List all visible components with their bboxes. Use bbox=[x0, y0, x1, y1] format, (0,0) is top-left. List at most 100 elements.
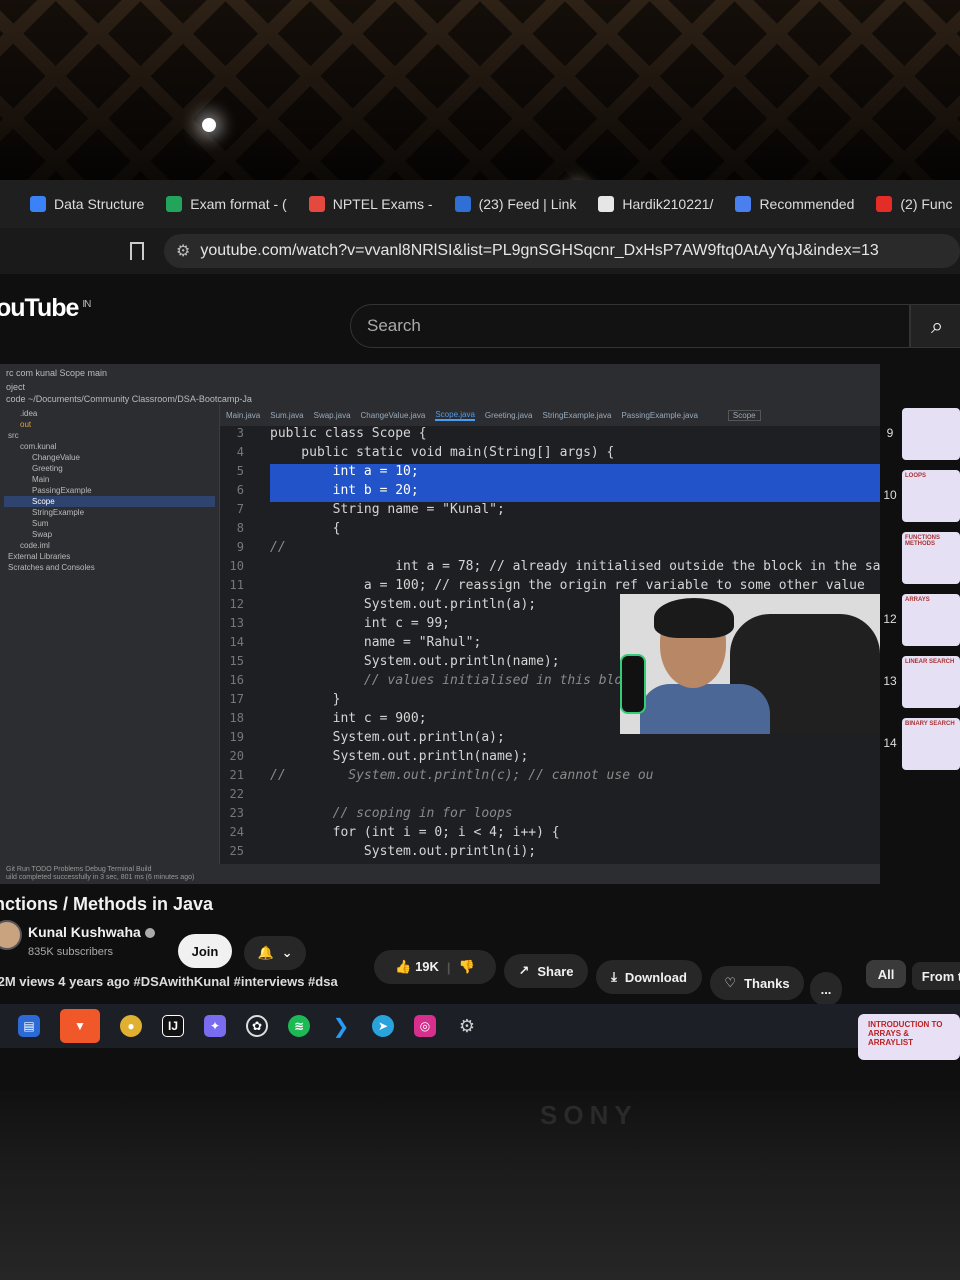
dislike-icon[interactable]: 👎 bbox=[459, 959, 475, 975]
laptop-bezel bbox=[0, 1090, 960, 1280]
browser-tab[interactable]: (23) Feed | Link bbox=[454, 196, 576, 212]
youtube-header: ouTube IN Search ⌕ bbox=[0, 274, 960, 364]
download-button[interactable]: ⤓ Download bbox=[596, 960, 702, 994]
thanks-icon: ♡ bbox=[724, 975, 737, 990]
line-number: 22 bbox=[229, 787, 244, 801]
playlist-item[interactable]: 10 LOOPS bbox=[880, 466, 960, 526]
browser-tab[interactable]: NPTEL Exams - bbox=[308, 196, 433, 212]
editor-tab[interactable]: ChangeValue.java bbox=[361, 411, 426, 420]
tree-node[interactable]: StringExample bbox=[4, 507, 215, 518]
browser-tab[interactable]: Hardik210221/ bbox=[598, 196, 713, 212]
ceiling-light bbox=[202, 118, 216, 132]
run-config-select[interactable]: Scope bbox=[727, 409, 761, 421]
tree-node[interactable]: Greeting bbox=[4, 463, 215, 474]
playlist-item-number: 14 bbox=[883, 736, 897, 750]
code-line: for (int i = 0; i < 4; i++) { bbox=[270, 825, 560, 840]
thanks-button[interactable]: ♡ Thanks bbox=[710, 966, 804, 1000]
playlist-item[interactable]: 12 ARRAYS bbox=[880, 590, 960, 650]
editor-tab[interactable]: PassingExample.java bbox=[621, 411, 697, 420]
editor-tab[interactable]: Scope.java bbox=[435, 410, 475, 421]
intellij-icon[interactable]: IJ bbox=[162, 1015, 184, 1037]
search-icon[interactable]: ⌕ bbox=[910, 304, 960, 348]
editor-tab[interactable]: Main.java bbox=[226, 411, 260, 420]
bell-icon: 🔔 bbox=[257, 945, 274, 960]
telegram-icon[interactable]: ➤ bbox=[372, 1015, 394, 1037]
spotify-icon[interactable]: ≋ bbox=[288, 1015, 310, 1037]
code-line: // bbox=[270, 540, 286, 555]
line-number: 25 bbox=[229, 844, 244, 858]
build-message: uild completed successfully in 3 sec, 80… bbox=[6, 874, 195, 881]
browser-tab[interactable]: Exam format - ( bbox=[166, 196, 287, 212]
line-number: 14 bbox=[229, 635, 244, 649]
url-text: youtube.com/watch?v=vvanl8NRlSI&list=PL9… bbox=[200, 242, 879, 259]
join-button[interactable]: Join bbox=[178, 934, 232, 968]
subscriber-count: 835K subscribers bbox=[28, 946, 113, 958]
tree-node[interactable]: Swap bbox=[4, 529, 215, 540]
ide-breadcrumb: rc com kunal Scope main bbox=[6, 368, 108, 378]
playlist-item-thumbnail: ARRAYS bbox=[902, 594, 960, 646]
sheets-icon bbox=[166, 196, 183, 212]
os-taskbar: ▤ ▼ ● IJ ✦ ✿ ≋ ❯ ➤ ◎ ⚙ bbox=[0, 1004, 960, 1048]
instagram-icon[interactable]: ◎ bbox=[414, 1015, 436, 1037]
youtube-logo[interactable]: ouTube IN bbox=[0, 294, 91, 323]
editor-tab[interactable]: StringExample.java bbox=[543, 411, 612, 420]
chrome-icon[interactable]: ● bbox=[120, 1015, 142, 1037]
notification-bell-button[interactable]: 🔔 ⌄ bbox=[244, 936, 306, 970]
playlist-item[interactable]: 13 LINEAR SEARCH bbox=[880, 652, 960, 712]
code-line: int a = 10; bbox=[270, 464, 880, 483]
download-icon: ⤓ bbox=[611, 969, 617, 984]
line-number: 7 bbox=[236, 502, 244, 516]
search-placeholder: Search bbox=[367, 316, 421, 335]
playlist-item[interactable]: FUNCTIONS METHODS bbox=[880, 528, 960, 588]
tree-node[interactable]: Sum bbox=[4, 518, 215, 529]
editor-tab[interactable]: Sum.java bbox=[270, 411, 303, 420]
editor-tab[interactable]: Greeting.java bbox=[485, 411, 533, 420]
line-number: 8 bbox=[236, 521, 244, 535]
address-bar: ⚙ youtube.com/watch?v=vvanl8NRlSI&list=P… bbox=[0, 228, 960, 274]
tree-node[interactable]: Scratches and Consoles bbox=[4, 562, 215, 573]
chatgpt-icon[interactable]: ✿ bbox=[246, 1015, 268, 1037]
bookmark-icon[interactable] bbox=[130, 242, 144, 260]
copilot-icon[interactable]: ✦ bbox=[204, 1015, 226, 1037]
laptop-screen: Data Structure Exam format - ( NPTEL Exams… bbox=[0, 180, 960, 1090]
channel-avatar[interactable] bbox=[0, 920, 22, 950]
tree-node[interactable]: External Libraries bbox=[4, 551, 215, 562]
tree-node[interactable]: src bbox=[4, 430, 215, 441]
like-button[interactable]: 👍 19K bbox=[395, 959, 439, 975]
settings-icon[interactable]: ⚙ bbox=[456, 1015, 478, 1037]
filter-chip-all[interactable]: All bbox=[866, 960, 906, 988]
browser-tab[interactable]: Data Structure bbox=[30, 196, 144, 212]
site-settings-icon[interactable]: ⚙ bbox=[176, 241, 190, 261]
line-number: 21 bbox=[229, 768, 244, 782]
brave-browser-icon[interactable]: ▼ bbox=[60, 1009, 100, 1043]
filter-chip-from[interactable]: From t bbox=[912, 962, 960, 990]
line-number: 9 bbox=[236, 540, 244, 554]
playlist-item-thumbnail: LINEAR SEARCH bbox=[902, 656, 960, 708]
tree-node[interactable]: out bbox=[4, 419, 215, 430]
tree-node[interactable]: Scope bbox=[4, 496, 215, 507]
file-explorer-icon[interactable]: ▤ bbox=[18, 1015, 40, 1037]
playlist-item[interactable]: 14 BINARY SEARCH bbox=[880, 714, 960, 774]
tree-node[interactable]: com.kunal bbox=[4, 441, 215, 452]
line-number: 15 bbox=[229, 654, 244, 668]
tree-node[interactable]: .idea bbox=[4, 408, 215, 419]
search-input[interactable]: Search bbox=[350, 304, 910, 348]
browser-tab[interactable]: Recommended bbox=[735, 196, 854, 212]
browser-tab[interactable]: (2) Func bbox=[876, 196, 953, 212]
tree-node[interactable]: code.iml bbox=[4, 540, 215, 551]
verified-icon bbox=[144, 928, 155, 939]
tree-node[interactable]: PassingExample bbox=[4, 485, 215, 496]
project-header: oject bbox=[6, 382, 26, 392]
playlist-card[interactable]: INTRODUCTION TO ARRAYS & ARRAYLIST bbox=[858, 1014, 960, 1060]
tree-node[interactable]: Main bbox=[4, 474, 215, 485]
more-actions-button[interactable]: ... bbox=[810, 972, 842, 1006]
editor-tab[interactable]: Swap.java bbox=[314, 411, 351, 420]
playlist-item[interactable]: 9 bbox=[880, 404, 960, 464]
channel-name[interactable]: Kunal Kushwaha bbox=[28, 924, 155, 940]
vscode-icon[interactable]: ❯ bbox=[330, 1015, 352, 1038]
line-number: 12 bbox=[229, 597, 244, 611]
share-button[interactable]: ↗ Share bbox=[504, 954, 588, 988]
tree-node[interactable]: ChangeValue bbox=[4, 452, 215, 463]
url-field[interactable]: ⚙ youtube.com/watch?v=vvanl8NRlSI&list=P… bbox=[164, 234, 960, 268]
